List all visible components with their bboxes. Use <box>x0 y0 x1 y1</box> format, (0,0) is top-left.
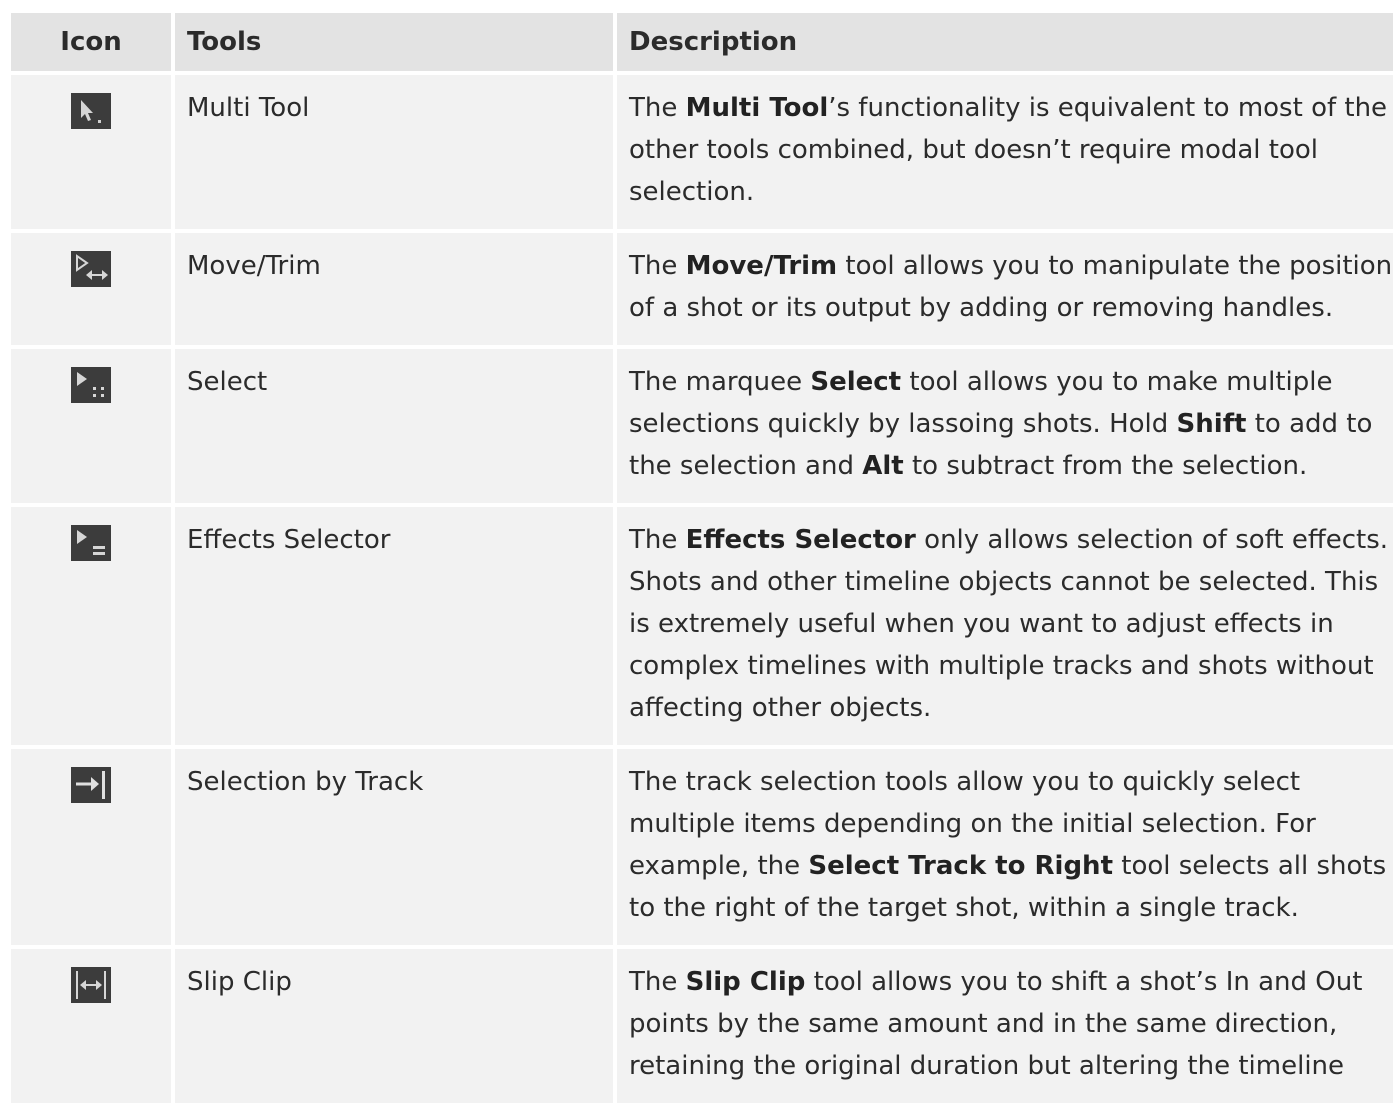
tool-description: The Effects Selector only allows selecti… <box>617 507 1393 749</box>
bold-term: Effects Selector <box>685 525 916 555</box>
slip-clip-icon <box>71 967 111 1003</box>
tools-table: Icon Tools Description Multi Tool The Mu… <box>11 13 1393 1107</box>
effects-selector-icon <box>71 525 111 561</box>
select-icon <box>71 367 111 403</box>
table-row: Selection by Track The track selection t… <box>11 749 1393 949</box>
tool-name: Selection by Track <box>175 749 617 949</box>
icon-cell <box>11 949 175 1107</box>
bold-term: Shift <box>1176 409 1247 439</box>
tool-name: Effects Selector <box>175 507 617 749</box>
table-row: Multi Tool The Multi Tool’s functionalit… <box>11 75 1393 233</box>
bold-term: Alt <box>862 451 904 481</box>
tool-name: Slip Clip <box>175 949 617 1107</box>
bold-term: Select Track to Right <box>808 851 1113 881</box>
tool-description: The Slip Clip tool allows you to shift a… <box>617 949 1393 1107</box>
column-header-icon: Icon <box>11 13 175 75</box>
bold-term: Move/Trim <box>685 251 838 281</box>
tool-description: The track selection tools allow you to q… <box>617 749 1393 949</box>
column-header-description: Description <box>617 13 1393 75</box>
table-row: Move/Trim The Move/Trim tool allows you … <box>11 233 1393 349</box>
bold-term: Slip Clip <box>685 967 806 997</box>
icon-cell <box>11 507 175 749</box>
icon-cell <box>11 233 175 349</box>
bold-term: Multi Tool <box>685 93 829 123</box>
select-track-right-icon <box>71 767 111 803</box>
table-row: Slip Clip The Slip Clip tool allows you … <box>11 949 1393 1107</box>
multi-tool-icon <box>71 93 111 129</box>
tool-name: Select <box>175 349 617 507</box>
icon-cell <box>11 749 175 949</box>
tool-name: Multi Tool <box>175 75 617 233</box>
tool-description: The marquee Select tool allows you to ma… <box>617 349 1393 507</box>
bold-term: Select <box>810 367 902 397</box>
table-row: Select The marquee Select tool allows yo… <box>11 349 1393 507</box>
tool-description: The Move/Trim tool allows you to manipul… <box>617 233 1393 349</box>
column-header-tools: Tools <box>175 13 617 75</box>
move-trim-icon <box>71 251 111 287</box>
table-row: Effects Selector The Effects Selector on… <box>11 507 1393 749</box>
icon-cell <box>11 75 175 233</box>
tool-name: Move/Trim <box>175 233 617 349</box>
header-row: Icon Tools Description <box>11 13 1393 75</box>
tool-description: The Multi Tool’s functionality is equiva… <box>617 75 1393 233</box>
icon-cell <box>11 349 175 507</box>
